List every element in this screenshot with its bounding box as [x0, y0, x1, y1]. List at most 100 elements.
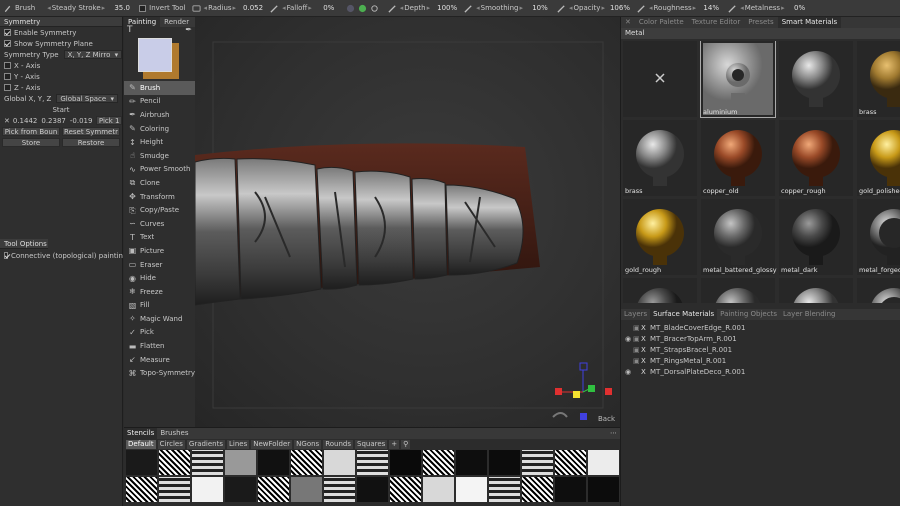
- stencil-thumbnail[interactable]: [126, 477, 157, 502]
- enable-symmetry-row[interactable]: Enable Symmetry: [0, 27, 122, 38]
- stencil-thumbnail[interactable]: [126, 450, 157, 475]
- reset-symmetry-button[interactable]: Reset Symmetr: [62, 127, 120, 136]
- stencil-thumbnail[interactable]: [456, 477, 487, 502]
- smoothing-value[interactable]: 10%: [529, 4, 551, 12]
- close-icon[interactable]: ✕: [621, 17, 635, 28]
- tool-text[interactable]: T Text: [124, 231, 195, 245]
- x-axis-checkbox[interactable]: [4, 62, 11, 69]
- show-symmetry-plane-checkbox[interactable]: [4, 40, 11, 47]
- tab-surface-materials[interactable]: Surface Materials: [650, 309, 718, 320]
- color-dot-icon[interactable]: [358, 4, 367, 13]
- stencil-thumbnail[interactable]: [423, 477, 454, 502]
- symmetry-type-select[interactable]: X, Y, Z Mirro ▾: [63, 50, 122, 59]
- stencil-thumbnail[interactable]: [390, 450, 421, 475]
- stencil-thumbnail[interactable]: [291, 450, 322, 475]
- z-axis-checkbox[interactable]: [4, 84, 11, 91]
- tool-height[interactable]: ↕ Height: [124, 135, 195, 149]
- connective-checkbox[interactable]: [4, 252, 9, 259]
- material-item[interactable]: aluminium: [700, 41, 776, 118]
- tab-layers[interactable]: Layers: [621, 309, 650, 320]
- cat-default[interactable]: Default: [126, 440, 156, 449]
- tool-picture[interactable]: ▣ Picture: [124, 244, 195, 258]
- stencil-thumbnail[interactable]: [225, 450, 256, 475]
- more-icon[interactable]: ⋯: [607, 428, 620, 439]
- tab-brushes[interactable]: Brushes: [157, 428, 191, 439]
- coord-x[interactable]: 0.1442: [13, 117, 38, 125]
- roughness-control[interactable]: Roughness 14%: [634, 0, 725, 16]
- settings-icon[interactable]: [370, 4, 379, 13]
- add-icon[interactable]: +: [389, 440, 400, 449]
- stencil-thumbnail[interactable]: [357, 477, 388, 502]
- cat-lines[interactable]: Lines: [227, 440, 250, 449]
- lock-icon[interactable]: ▣: [633, 324, 641, 332]
- back-label[interactable]: Back: [598, 415, 615, 423]
- close-icon[interactable]: X: [641, 346, 650, 354]
- tool-pick[interactable]: ✓ Pick: [124, 326, 195, 340]
- tool-options-header[interactable]: Tool Options: [0, 239, 48, 249]
- tab-color-palette[interactable]: Color Palette: [635, 17, 688, 28]
- close-icon[interactable]: ✕: [4, 117, 10, 125]
- y-axis-checkbox[interactable]: [4, 73, 11, 80]
- cat-circles[interactable]: Circles: [157, 440, 185, 449]
- tab-stencils[interactable]: Stencils: [124, 428, 158, 439]
- tool-freeze[interactable]: ❄ Freeze: [124, 285, 195, 299]
- stencil-thumbnail[interactable]: [489, 477, 520, 502]
- surface-material-row[interactable]: ▣ X MT_RingsMetal_R.001: [621, 355, 900, 366]
- tab-presets[interactable]: Presets: [744, 17, 777, 28]
- metalness-control[interactable]: Metalness 0%: [725, 0, 813, 16]
- material-folder-header[interactable]: Metal: [621, 28, 900, 39]
- stencil-thumbnail[interactable]: [456, 450, 487, 475]
- brush-selector[interactable]: Brush: [0, 0, 38, 16]
- tab-painting-objects[interactable]: Painting Objects: [717, 309, 780, 320]
- lock-icon[interactable]: ▣: [633, 346, 641, 354]
- invert-tool-checkbox[interactable]: [139, 4, 147, 12]
- tool-eraser[interactable]: ▭ Eraser: [124, 258, 195, 272]
- stroke-value-field[interactable]: 35.0: [108, 0, 136, 16]
- surface-material-row[interactable]: ▣ X MT_BladeCoverEdge_R.001: [621, 322, 900, 333]
- cat-gradients[interactable]: Gradients: [186, 440, 226, 449]
- close-icon[interactable]: X: [641, 368, 650, 376]
- tool-clone[interactable]: ⧉ Clone: [124, 176, 195, 190]
- stencil-thumbnail[interactable]: [423, 450, 454, 475]
- radius-value[interactable]: 0.052: [242, 4, 264, 12]
- material-item[interactable]: [779, 278, 853, 303]
- tool-airbrush[interactable]: ✒ Airbrush: [124, 108, 195, 122]
- stencil-thumbnail[interactable]: [324, 450, 355, 475]
- search-icon[interactable]: ⚲: [401, 440, 411, 449]
- tool-fill[interactable]: ▧ Fill: [124, 299, 195, 313]
- cat-newfolder[interactable]: NewFolder: [251, 440, 293, 449]
- stencil-thumbnail[interactable]: [192, 477, 223, 502]
- tool-smudge[interactable]: ☝ Smudge: [124, 149, 195, 163]
- lock-icon[interactable]: ▣: [633, 335, 641, 343]
- primary-color-swatch[interactable]: [138, 38, 172, 72]
- color-swatches[interactable]: [124, 35, 195, 81]
- material-item[interactable]: copper_rough: [779, 120, 853, 196]
- tool-coloring[interactable]: ✎ Coloring: [124, 122, 195, 136]
- stencil-thumbnail[interactable]: [588, 477, 619, 502]
- material-item[interactable]: [623, 41, 697, 117]
- stencil-thumbnail[interactable]: [588, 450, 619, 475]
- radius-control[interactable]: Radius 0.052: [189, 0, 268, 16]
- tab-smart-materials[interactable]: Smart Materials: [777, 17, 842, 28]
- opacity-control[interactable]: Opacity 106%: [554, 0, 634, 16]
- tool-power-smooth[interactable]: ∿ Power Smooth: [124, 163, 195, 177]
- falloff-value[interactable]: 0%: [318, 4, 340, 12]
- symmetry-header[interactable]: Symmetry: [0, 17, 122, 27]
- material-item[interactable]: brass: [857, 41, 900, 117]
- falloff-control[interactable]: Falloff 0%: [267, 0, 343, 16]
- tool-topo-symmetry[interactable]: ⌘ Topo-Symmetry: [124, 366, 195, 380]
- surface-material-row[interactable]: ◉ X MT_DorsalPlateDeco_R.001: [621, 366, 900, 377]
- stencil-thumbnail[interactable]: [555, 477, 586, 502]
- tool-flatten[interactable]: ▬ Flatten: [124, 339, 195, 353]
- pen-icon[interactable]: ✒: [185, 25, 192, 34]
- stencil-thumbnail[interactable]: [192, 450, 223, 475]
- undo-arrow-icon[interactable]: [552, 412, 568, 418]
- close-icon[interactable]: X: [641, 324, 650, 332]
- smoothing-control[interactable]: Smoothing 10%: [461, 0, 554, 16]
- stencil-thumbnail[interactable]: [522, 450, 553, 475]
- material-item[interactable]: gold_polished: [857, 120, 900, 196]
- cat-ngons[interactable]: NGons: [294, 440, 322, 449]
- coord-z[interactable]: -0.019: [70, 117, 93, 125]
- y-axis-row[interactable]: Y - Axis: [0, 71, 122, 82]
- invert-tool-toggle[interactable]: Invert Tool: [136, 0, 188, 16]
